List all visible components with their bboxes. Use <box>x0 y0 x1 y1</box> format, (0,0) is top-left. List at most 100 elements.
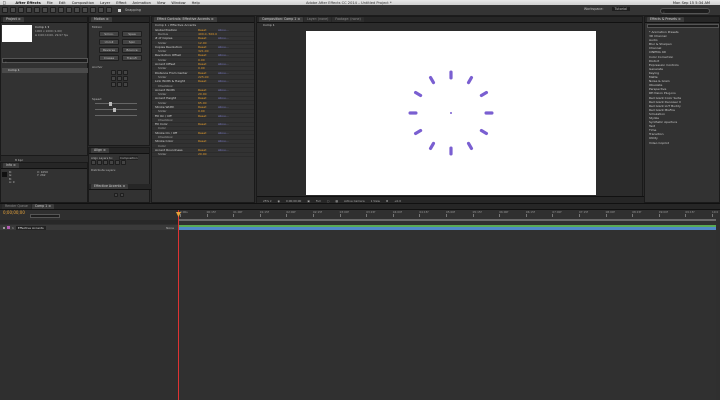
puppet-tool-icon[interactable] <box>106 7 112 13</box>
comp-breadcrumb[interactable]: Comp 1 <box>257 23 642 28</box>
camera-tool-icon[interactable] <box>34 7 40 13</box>
effect-control-about[interactable]: Abou... <box>218 79 229 83</box>
menu-edit[interactable]: Edit <box>59 1 66 5</box>
text-tool-icon[interactable] <box>66 7 72 13</box>
clone-tool-icon[interactable] <box>82 7 88 13</box>
anchor-cell-icon[interactable] <box>123 76 128 81</box>
anchor-cell-icon[interactable] <box>123 70 128 75</box>
effect-control-value[interactable]: Reset <box>198 79 218 83</box>
timeline-track-area[interactable]: 0:00s 00:15f 01:00f 01:15f 02:00f 02:15f 03:00… <box>176 210 718 400</box>
tab-comp1-timeline[interactable]: Comp 1 ≡ <box>31 204 54 209</box>
snapshot-icon[interactable]: ▣ <box>307 199 310 203</box>
effect-control-about[interactable]: Abou... <box>218 62 229 66</box>
motion-reverse-button[interactable]: Reverse <box>99 47 119 53</box>
motion-spin-button[interactable]: Spin <box>122 39 142 45</box>
effect-control-about[interactable]: Abou... <box>218 131 229 135</box>
tab-motion[interactable]: Motion ≡ <box>91 17 112 22</box>
effect-control-about[interactable]: Abou... <box>218 114 229 118</box>
anchor-cell-icon[interactable] <box>111 76 116 81</box>
tab-footage[interactable]: Footage: (none) <box>332 17 364 22</box>
speed-slider-3[interactable] <box>95 115 137 116</box>
project-item-comp1[interactable]: Comp 1 <box>2 68 88 73</box>
tab-effects-presets[interactable]: Effects & Presets ≡ <box>647 17 684 22</box>
effect-control-about[interactable]: Abou... <box>218 88 229 92</box>
effect-control-about[interactable]: Abou... <box>218 148 229 152</box>
align-right-icon[interactable] <box>103 160 108 165</box>
anchor-cell-icon[interactable] <box>117 76 122 81</box>
menu-file[interactable]: File <box>47 1 53 5</box>
effects-category-item[interactable]: Video Copilot <box>645 141 720 145</box>
anchor-cell-icon[interactable] <box>111 82 116 87</box>
tab-effective-accents[interactable]: Effective Accents ≡ <box>91 184 129 189</box>
align-left-icon[interactable] <box>91 160 96 165</box>
effect-control-value[interactable]: Reset <box>198 114 218 118</box>
menu-view[interactable]: View <box>157 1 166 5</box>
views-select[interactable]: 1 View <box>371 199 380 203</box>
align-bottom-icon[interactable] <box>121 160 126 165</box>
speed-slider-handle[interactable] <box>109 101 112 106</box>
motion-transfer-button[interactable]: Transfr <box>122 55 142 61</box>
effect-control-about[interactable]: Abou... <box>218 36 229 40</box>
effect-control-value[interactable]: Reset <box>198 122 218 126</box>
menu-help[interactable]: Help <box>192 1 200 5</box>
transparency-icon[interactable]: ▩ <box>335 199 338 203</box>
project-search-input[interactable]: ⌕ <box>2 58 88 64</box>
playhead-line[interactable] <box>178 210 179 400</box>
effect-control-value[interactable]: Reset <box>198 131 218 135</box>
menu-effect[interactable]: Effect <box>116 1 126 5</box>
anchor-cell-icon[interactable] <box>123 82 128 87</box>
speed-slider[interactable] <box>95 103 137 104</box>
effect-control-value[interactable]: 20.00 <box>198 152 218 156</box>
effect-control-about[interactable]: Abou... <box>218 45 229 49</box>
layer-duration-bar[interactable] <box>178 225 716 230</box>
effect-control-about[interactable]: Abou... <box>218 96 229 100</box>
timeline-timecode[interactable]: 0;00;00;00 <box>3 210 25 215</box>
tab-info[interactable]: Info ≡ <box>3 163 19 168</box>
effect-control-row[interactable]: Slider 20.00 <box>152 152 254 157</box>
exposure-icon[interactable]: ✹ <box>386 199 388 203</box>
visibility-icon[interactable] <box>3 226 5 229</box>
menu-animation[interactable]: Animation <box>133 1 151 5</box>
label-color-icon[interactable] <box>7 226 10 229</box>
resolution-select[interactable]: Full <box>316 199 321 203</box>
menu-app-name[interactable]: After Effects <box>15 1 40 5</box>
accents-next-icon[interactable] <box>120 193 124 197</box>
snapping-checkbox[interactable] <box>118 8 121 12</box>
rectangle-tool-icon[interactable] <box>50 7 56 13</box>
menu-layer[interactable]: Layer <box>100 1 110 5</box>
effect-control-about[interactable]: Abou... <box>218 71 229 75</box>
roto-tool-icon[interactable] <box>98 7 104 13</box>
effect-control-value[interactable]: Reset <box>198 139 218 143</box>
roi-icon[interactable]: ▢ <box>327 199 330 203</box>
tab-effect-controls[interactable]: Effect Controls: Effective Accents ≡ <box>154 17 217 22</box>
anchor-point-icon[interactable] <box>450 112 452 114</box>
eraser-tool-icon[interactable] <box>90 7 96 13</box>
motion-spea-button[interactable]: Spea <box>122 31 142 37</box>
work-area-bar[interactable] <box>178 219 716 221</box>
effect-control-about[interactable]: Abou... <box>218 105 229 109</box>
accents-prev-icon[interactable] <box>114 193 118 197</box>
anchor-grid[interactable] <box>111 70 129 92</box>
menu-window[interactable]: Window <box>171 1 185 5</box>
timeline-search-input[interactable] <box>30 214 60 218</box>
speed-slider-2-handle[interactable] <box>113 107 116 112</box>
active-camera-select[interactable]: Active Camera <box>344 199 365 203</box>
layer-bar-blue[interactable] <box>178 227 716 230</box>
workspace-select[interactable]: Tutorial <box>611 7 630 11</box>
menu-composition[interactable]: Composition <box>72 1 94 5</box>
tab-render-queue[interactable]: Render Queue <box>2 204 31 209</box>
motion-smooth-button[interactable]: Smoo. <box>99 31 119 37</box>
search-help-input[interactable]: ⌕ <box>660 7 710 14</box>
tab-project[interactable]: Project ≡ <box>3 17 24 22</box>
effect-control-about[interactable]: Abou... <box>218 139 229 143</box>
rotate-tool-icon[interactable] <box>26 7 32 13</box>
layer-name[interactable]: Effective Accents <box>15 225 46 230</box>
composition-canvas[interactable] <box>306 31 596 195</box>
motion-crease-button[interactable]: Crease <box>99 55 119 61</box>
anchor-cell-icon[interactable] <box>117 70 122 75</box>
align-hcenter-icon[interactable] <box>97 160 102 165</box>
effects-search-input[interactable] <box>647 24 719 28</box>
camera-icon[interactable]: ◉ <box>278 199 280 203</box>
time-ruler[interactable]: 0:00s 00:15f 01:00f 01:15f 02:00f 02:15f 03:00… <box>178 210 718 218</box>
zoom-tool-icon[interactable] <box>18 7 24 13</box>
